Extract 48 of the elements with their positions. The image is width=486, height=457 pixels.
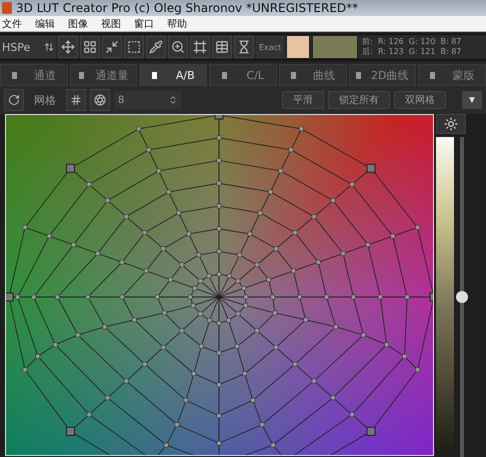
updown-icon: [44, 42, 54, 52]
tab[interactable]: 通道量: [70, 64, 138, 86]
refresh-icon[interactable]: [4, 89, 24, 111]
table-icon[interactable]: [212, 36, 232, 58]
pipette-icon[interactable]: [146, 36, 166, 58]
dropdown-arrow-button[interactable]: ▼: [462, 91, 482, 109]
tab[interactable]: A/B: [139, 64, 208, 86]
grid-button[interactable]: 双网格: [394, 91, 446, 109]
reading-label: 前:: [362, 37, 373, 48]
hourglass-icon[interactable]: [234, 36, 254, 58]
tab[interactable]: 蒙版: [418, 64, 486, 86]
reading-label: 后:: [362, 47, 373, 58]
tab[interactable]: 曲线: [278, 64, 347, 86]
mode-dropdown[interactable]: HSPe: [0, 36, 56, 58]
app-icon: [2, 2, 12, 14]
aperture-icon[interactable]: [90, 89, 110, 111]
menu-item[interactable]: 编辑: [35, 16, 55, 31]
r-channel-value: R: 123: [378, 47, 404, 58]
grid-size-spinner[interactable]: 8: [114, 91, 182, 109]
window-title: 3D LUT Creator Pro (c) Oleg Sharonov *UNREGISTERED**: [0, 0, 486, 16]
b-channel-value: B: 87: [440, 37, 462, 48]
grid-button[interactable]: 锁定所有: [328, 91, 390, 109]
exact-button[interactable]: Exact: [256, 36, 284, 58]
tab[interactable]: 2D曲线: [348, 64, 416, 86]
color-swatch[interactable]: [286, 35, 310, 60]
shrink-icon[interactable]: [102, 36, 122, 58]
selection-icon[interactable]: [124, 36, 144, 58]
menu-item[interactable]: 视图: [101, 16, 121, 31]
r-channel-value: R: 126: [378, 37, 404, 48]
slider-thumb[interactable]: [456, 291, 468, 303]
menu-item[interactable]: 帮助: [167, 16, 187, 31]
b-channel-value: B: 87: [440, 47, 462, 58]
zoom-in-icon[interactable]: [168, 36, 188, 58]
grid-button[interactable]: 平滑: [282, 91, 324, 109]
tab[interactable]: C/L: [209, 64, 277, 86]
hash-icon[interactable]: [66, 89, 86, 111]
g-channel-value: G: 120: [408, 37, 436, 48]
grid-icon[interactable]: [80, 36, 100, 58]
g-channel-value: G: 121: [408, 47, 436, 58]
tab[interactable]: 通道: [0, 64, 68, 86]
color-swatch[interactable]: [312, 35, 358, 60]
grid-label: 网格: [34, 92, 56, 108]
brightness-icon[interactable]: [436, 114, 466, 134]
frame-icon[interactable]: [190, 36, 210, 58]
menu-item[interactable]: 窗口: [134, 16, 154, 31]
move-icon[interactable]: [58, 36, 78, 58]
menu-item[interactable]: 文件: [2, 16, 22, 31]
menu-item[interactable]: 图像: [68, 16, 88, 31]
